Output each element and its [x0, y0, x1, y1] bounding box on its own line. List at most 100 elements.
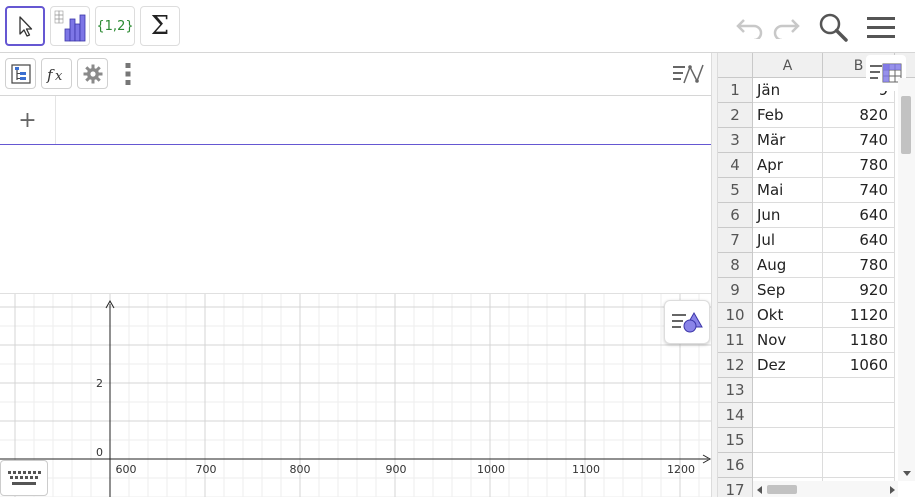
undo-button[interactable] — [734, 13, 766, 41]
cell-a[interactable]: Okt — [753, 303, 823, 328]
cell-a[interactable]: Feb — [753, 103, 823, 128]
algebra-toolbar: f x — [0, 53, 711, 96]
algebra-settings-button[interactable] — [77, 58, 108, 89]
svg-text:x: x — [55, 69, 63, 84]
row-header[interactable]: 17 — [718, 478, 753, 497]
row-header[interactable]: 2 — [718, 103, 753, 128]
row-header[interactable]: 15 — [718, 428, 753, 453]
cell-b[interactable]: 740 — [823, 178, 895, 203]
row-header[interactable]: 3 — [718, 128, 753, 153]
geogebra-app: {1,2} Σ f x + 600 700 800 900 1000 1100 … — [0, 0, 915, 497]
cell-b[interactable]: 1180 — [823, 328, 895, 353]
cell-b[interactable]: 920 — [823, 278, 895, 303]
row-header[interactable]: 13 — [718, 378, 753, 403]
cell-b[interactable] — [823, 453, 895, 478]
move-tool-button[interactable] — [5, 6, 45, 46]
redo-button[interactable] — [770, 13, 802, 41]
row-header[interactable]: 6 — [718, 203, 753, 228]
x-tick-label: 900 — [386, 463, 407, 476]
graphics-style-icon — [672, 311, 703, 333]
cell-b[interactable] — [823, 378, 895, 403]
cell-a[interactable]: Sep — [753, 278, 823, 303]
x-tick-label: 1000 — [477, 463, 505, 476]
cell-b[interactable]: 640 — [823, 228, 895, 253]
row-header[interactable]: 7 — [718, 228, 753, 253]
histogram-tool-button[interactable] — [50, 6, 90, 46]
row-header[interactable]: 16 — [718, 453, 753, 478]
tree-view-button[interactable] — [5, 58, 36, 89]
graphics-canvas[interactable]: 600 700 800 900 1000 1100 1200 2 0 — [0, 294, 711, 497]
x-tick-label: 700 — [196, 463, 217, 476]
cell-b[interactable]: 780 — [823, 253, 895, 278]
scroll-left-arrow-icon[interactable] — [756, 485, 764, 495]
row-header[interactable]: 9 — [718, 278, 753, 303]
row-header[interactable]: 4 — [718, 153, 753, 178]
row-header[interactable]: 8 — [718, 253, 753, 278]
row-header[interactable]: 10 — [718, 303, 753, 328]
graphics-view[interactable]: 600 700 800 900 1000 1100 1200 2 0 — [0, 293, 711, 497]
algebra-input-row[interactable]: + — [0, 96, 711, 145]
row-header[interactable]: 11 — [718, 328, 753, 353]
cell-a[interactable]: Apr — [753, 153, 823, 178]
vertical-scrollbar[interactable] — [898, 78, 915, 481]
cell-a[interactable]: Jun — [753, 203, 823, 228]
hamburger-menu-icon — [867, 17, 895, 38]
vertical-scroll-thumb[interactable] — [901, 96, 911, 154]
x-tick-label: 1100 — [572, 463, 600, 476]
row-header[interactable]: 14 — [718, 403, 753, 428]
main-menu-button[interactable] — [864, 11, 898, 43]
cell-b[interactable]: 740 — [823, 128, 895, 153]
x-tick-label: 600 — [116, 463, 137, 476]
algebra-style-bar-toggle[interactable] — [670, 60, 706, 88]
vertical-dots-icon — [125, 63, 131, 85]
corner-cell[interactable] — [718, 53, 753, 78]
cell-a[interactable]: Aug — [753, 253, 823, 278]
add-item-plus-icon[interactable]: + — [0, 96, 56, 144]
cell-a[interactable]: Mai — [753, 178, 823, 203]
cell-a[interactable] — [753, 428, 823, 453]
x-tick-label: 1200 — [667, 463, 695, 476]
column-header-a[interactable]: A — [753, 53, 823, 78]
sigma-icon: Σ — [150, 11, 170, 41]
search-button[interactable] — [816, 10, 850, 44]
scroll-right-arrow-icon[interactable] — [888, 485, 896, 495]
cell-a[interactable]: Jän — [753, 78, 823, 103]
cell-b[interactable]: 1060 — [823, 353, 895, 378]
histogram-icon — [54, 10, 86, 42]
fx-icon: f x — [46, 66, 63, 84]
horizontal-scroll-thumb[interactable] — [767, 485, 797, 494]
y-tick-label: 0 — [96, 446, 103, 459]
y-tick-label: 2 — [96, 377, 103, 390]
list-tool-label: {1,2} — [96, 18, 134, 34]
function-inspector-button[interactable]: f x — [41, 58, 72, 89]
sum-tool-button[interactable]: Σ — [140, 6, 180, 46]
spreadsheet-view[interactable]: A B 1Jän92Feb8203Mär7404Apr7805Mai7406Ju… — [718, 53, 915, 497]
graphics-style-bar-toggle[interactable] — [664, 300, 710, 344]
x-tick-label: 800 — [290, 463, 311, 476]
gear-icon — [83, 64, 102, 83]
row-header[interactable]: 1 — [718, 78, 753, 103]
row-header[interactable]: 12 — [718, 353, 753, 378]
cell-a[interactable]: Nov — [753, 328, 823, 353]
cell-a[interactable] — [753, 403, 823, 428]
cell-a[interactable]: Jul — [753, 228, 823, 253]
cell-b[interactable] — [823, 428, 895, 453]
cell-b[interactable]: 780 — [823, 153, 895, 178]
cell-b[interactable]: 640 — [823, 203, 895, 228]
cell-b[interactable]: 820 — [823, 103, 895, 128]
cell-a[interactable]: Dez — [753, 353, 823, 378]
cell-a[interactable] — [753, 453, 823, 478]
horizontal-scrollbar[interactable] — [753, 481, 898, 497]
cell-b[interactable] — [823, 403, 895, 428]
cell-a[interactable] — [753, 378, 823, 403]
row-header[interactable]: 5 — [718, 178, 753, 203]
view-divider[interactable] — [711, 53, 718, 497]
scroll-down-arrow-icon[interactable] — [902, 470, 912, 478]
list-tool-button[interactable]: {1,2} — [95, 6, 135, 46]
more-options-button[interactable] — [120, 59, 136, 89]
algebra-view: f x + — [0, 53, 711, 293]
keyboard-button[interactable] — [0, 460, 48, 496]
cell-a[interactable]: Mär — [753, 128, 823, 153]
cell-b[interactable]: 1120 — [823, 303, 895, 328]
algebra-style-icon — [673, 64, 704, 84]
